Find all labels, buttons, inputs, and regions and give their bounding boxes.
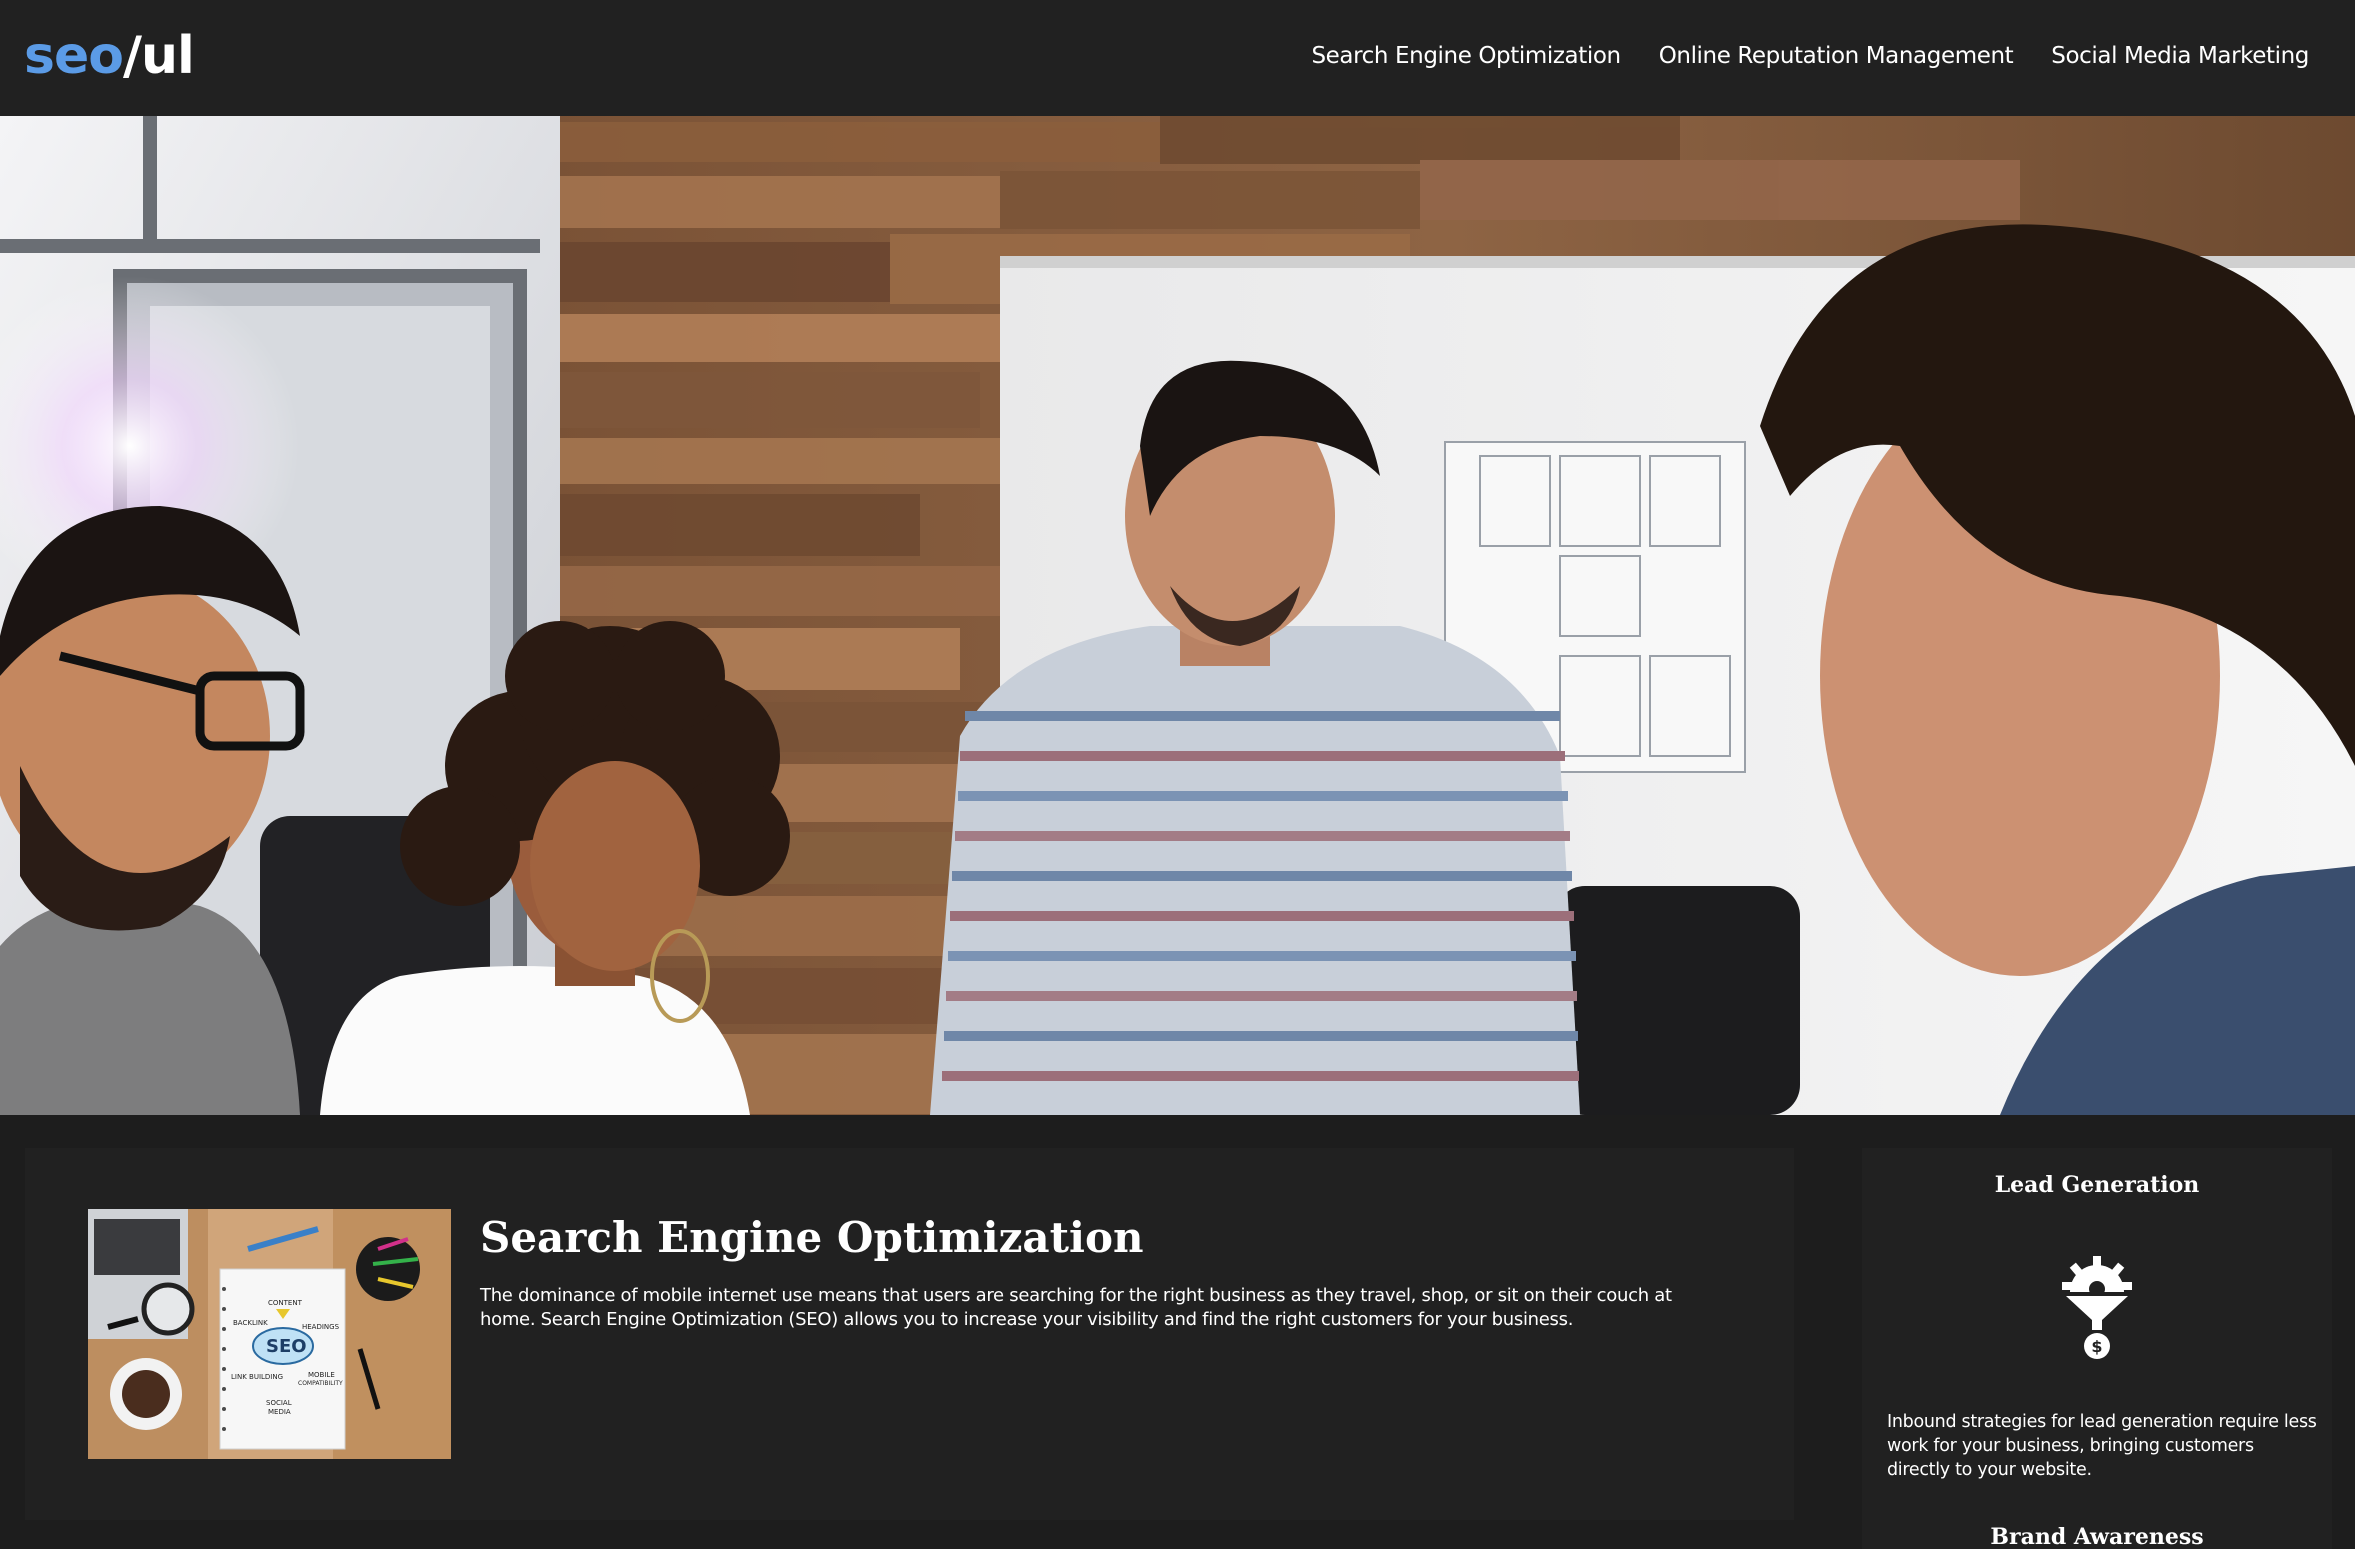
notebook-word-seo: SEO <box>266 1336 307 1357</box>
services-sidebar: Lead Generation $ Inbound strategies for… <box>1862 1148 2332 1549</box>
seo-notebook-photo: CONTENT BACKLINK HEADINGS SEO LINK BUILD… <box>88 1209 451 1459</box>
nav-link-reputation[interactable]: Online Reputation Management <box>1659 38 2014 74</box>
notebook-word-backlink: BACKLINK <box>233 1319 268 1327</box>
logo-part-seo: seo <box>24 26 124 86</box>
lead-generation-title: Lead Generation <box>1994 1172 2200 1198</box>
main-nav: Search Engine Optimization Online Reputa… <box>1311 38 2309 74</box>
logo-part-ul: /ul <box>122 26 195 86</box>
lead-generation-text: Inbound strategies for lead generation r… <box>1887 1412 2317 1480</box>
notebook-word-content: CONTENT <box>268 1299 303 1307</box>
seo-notebook-image: CONTENT BACKLINK HEADINGS SEO LINK BUILD… <box>88 1209 451 1459</box>
card-description: The dominance of mobile internet use mea… <box>480 1285 1672 1330</box>
site-header: seo/ul Search Engine Optimization Online… <box>0 0 2355 116</box>
notebook-word-headings: HEADINGS <box>302 1323 340 1331</box>
funnel-gear-dollar-icon: $ <box>2062 1256 2132 1359</box>
team-meeting-photo <box>0 116 2355 1115</box>
notebook-word-media: MEDIA <box>268 1408 291 1416</box>
brand-awareness-title: Brand Awareness <box>1990 1524 2204 1549</box>
site-logo[interactable]: seo/ul <box>24 24 195 88</box>
svg-text:$: $ <box>2091 1337 2102 1356</box>
card-title: Search Engine Optimization <box>480 1213 1144 1262</box>
notebook-word-mobile: MOBILE <box>308 1371 335 1379</box>
notebook-word-social: SOCIAL <box>266 1399 292 1407</box>
notebook-word-link-building: LINK BUILDING <box>231 1373 283 1381</box>
notebook-word-compatibility: COMPATIBILITY <box>298 1380 343 1387</box>
seo-card: CONTENT BACKLINK HEADINGS SEO LINK BUILD… <box>25 1148 1794 1520</box>
nav-link-seo[interactable]: Search Engine Optimization <box>1311 38 1621 74</box>
hero-image <box>0 116 2355 1115</box>
nav-link-social[interactable]: Social Media Marketing <box>2051 38 2309 74</box>
